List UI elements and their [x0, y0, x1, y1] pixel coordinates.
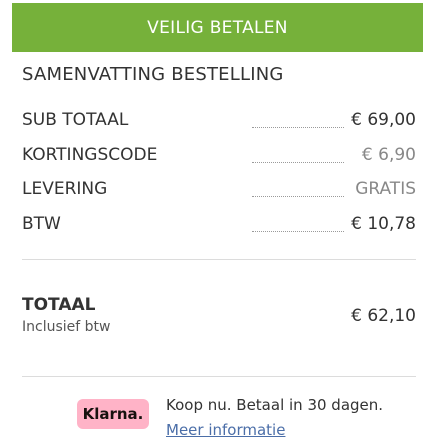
total-divider — [22, 376, 416, 377]
summary-row-discount: KORTINGSCODE € 6,90 — [22, 142, 416, 168]
klarna-more-info-link[interactable]: Meer informatie — [166, 421, 285, 439]
total-label: TOTAAL — [22, 295, 96, 315]
dotted-leader — [252, 127, 344, 128]
dotted-leader — [252, 231, 344, 232]
klarna-logo: Klarna. — [77, 399, 149, 429]
subtotal-label: SUB TOTAAL — [22, 110, 129, 130]
delivery-label: LEVERING — [22, 179, 108, 199]
discount-value: € 6,90 — [361, 145, 416, 165]
vat-label: BTW — [22, 214, 61, 234]
secure-pay-button[interactable]: VEILIG BETALEN — [12, 3, 423, 52]
summary-divider — [22, 259, 416, 260]
klarna-pay-later-text: Koop nu. Betaal in 30 dagen. — [166, 396, 384, 414]
order-summary-page: VEILIG BETALEN SAMENVATTING BESTELLING S… — [0, 0, 426, 448]
total-value: € 62,10 — [351, 306, 416, 326]
delivery-value: GRATIS — [355, 179, 416, 199]
subtotal-value: € 69,00 — [351, 110, 416, 130]
summary-row-vat: BTW € 10,78 — [22, 211, 416, 237]
klarna-logo-text: Klarna. — [82, 405, 144, 423]
vat-value: € 10,78 — [351, 214, 416, 234]
dotted-leader — [252, 162, 344, 163]
summary-row-subtotal: SUB TOTAAL € 69,00 — [22, 107, 416, 133]
summary-row-delivery: LEVERING GRATIS — [22, 176, 416, 202]
dotted-leader — [252, 196, 344, 197]
summary-title: SAMENVATTING BESTELLING — [22, 64, 284, 85]
total-vat-note: Inclusief btw — [22, 319, 111, 335]
discount-label: KORTINGSCODE — [22, 145, 158, 165]
